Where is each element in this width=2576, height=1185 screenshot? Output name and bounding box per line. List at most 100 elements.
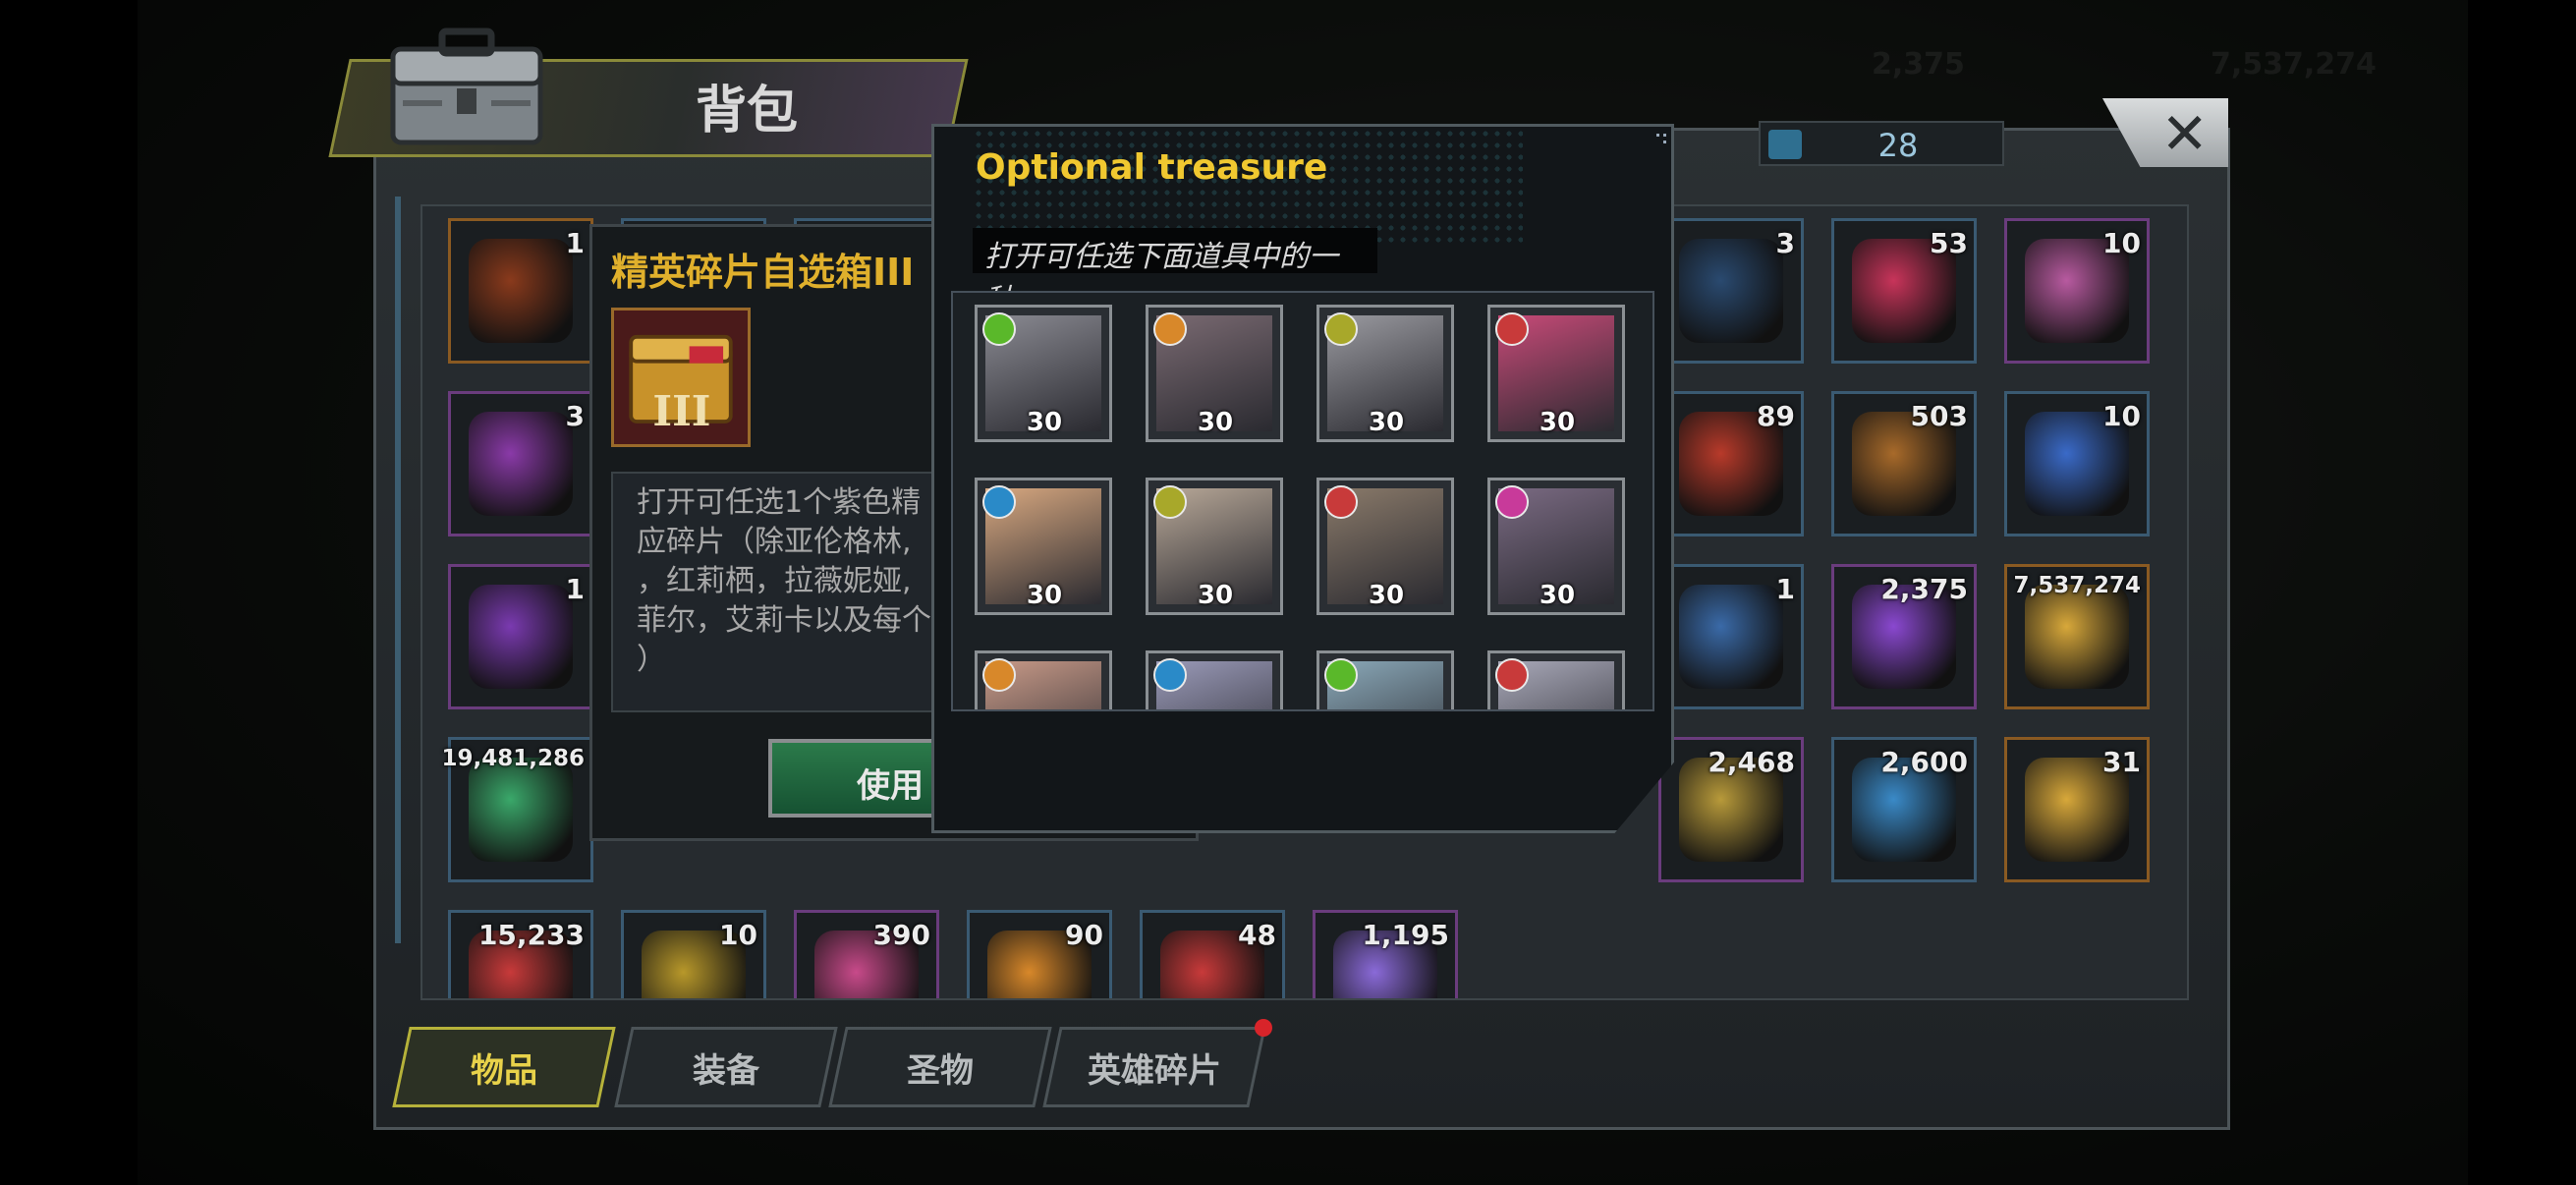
hero-shard-quantity: 30 [1026, 408, 1063, 437]
orange-claw-class-icon [1153, 312, 1187, 346]
inventory-slot[interactable]: 90 [967, 910, 1112, 998]
green-star-class-icon [1324, 658, 1358, 692]
item-quantity: 7,537,274 [2013, 573, 2142, 598]
tab-relics-label: 圣物 [907, 1051, 974, 1091]
hero-shard-option[interactable]: 30 [1487, 305, 1625, 442]
hero-shard-option[interactable] [1487, 650, 1625, 709]
hero-shard-option[interactable]: 30 [975, 305, 1112, 442]
hero-shard-option[interactable]: 30 [1316, 305, 1454, 442]
inventory-slot[interactable]: 2,600 [1831, 737, 1977, 882]
popup-subtitle: 打开可任选下面道具中的一种 [973, 228, 1377, 317]
treasure-chest-icon [390, 28, 543, 145]
red-target-class-icon [1324, 485, 1358, 519]
inventory-slot[interactable]: 15,233 [448, 910, 593, 998]
4h-speedup-token-icon [1679, 239, 1783, 343]
boot-blueprint-icon [1679, 585, 1783, 689]
item-quantity: 390 [872, 919, 930, 951]
hero-shard-quantity: 30 [1539, 581, 1576, 610]
hero-shard-option[interactable] [1146, 650, 1283, 709]
red-target-class-icon [1495, 658, 1529, 692]
tab-items-label: 物品 [471, 1051, 537, 1091]
hero-shard-quantity: 30 [1197, 581, 1234, 610]
svg-text:III: III [652, 386, 710, 435]
item-quantity: 15,233 [477, 919, 585, 951]
hero-shard-option[interactable]: 30 [1487, 478, 1625, 615]
blue-swirl-class-icon [1153, 658, 1187, 692]
bag-capacity-count: 28 [1877, 127, 1919, 164]
inventory-slot[interactable]: 48 [1140, 910, 1285, 998]
item-quantity: 31 [2102, 746, 2141, 778]
inventory-slot[interactable]: 89 [1658, 391, 1804, 536]
tab-hero-shards-label: 英雄碎片 [1088, 1051, 1221, 1091]
inventory-slot[interactable]: 3 [448, 391, 593, 536]
inventory-slot[interactable]: 1 [448, 218, 593, 364]
bag-accent-bar [395, 197, 401, 943]
inventory-slot[interactable]: 19,481,286 [441, 737, 593, 882]
hat-blueprint-icon [469, 585, 573, 689]
notification-dot [1255, 1019, 1272, 1037]
item-quantity: 3 [565, 400, 585, 432]
orange-claw-class-icon [982, 658, 1016, 692]
blue-swirl-class-icon [982, 485, 1016, 519]
green-star-class-icon [982, 312, 1016, 346]
item-quantity: 10 [2102, 227, 2141, 259]
green-can-icon [469, 758, 573, 862]
hero-shard-quantity: 30 [1197, 408, 1234, 437]
inventory-slot[interactable]: 7,537,274 [2004, 564, 2150, 709]
olive-wing-class-icon [1153, 485, 1187, 519]
item-quantity: 1,195 [1362, 919, 1449, 951]
hero-shard-option[interactable]: 30 [1146, 305, 1283, 442]
inventory-slot[interactable]: 10 [2004, 218, 2150, 364]
elite-shard-chest-icon [469, 239, 573, 343]
inventory-slot[interactable]: 10 [621, 910, 766, 998]
inventory-slot[interactable]: 2,468 [1658, 737, 1804, 882]
storage-icon [1768, 130, 1802, 159]
inventory-slot[interactable]: 53 [1831, 218, 1977, 364]
red-target-class-icon [1495, 312, 1529, 346]
item-quantity: 10 [2102, 400, 2141, 432]
purple-bottle-cap-icon [469, 412, 573, 516]
popup-corner-icon [1656, 134, 1666, 143]
popup-title: Optional treasure [976, 147, 1328, 188]
item-quantity: 19,481,286 [441, 746, 585, 771]
inventory-slot[interactable]: 31 [2004, 737, 2150, 882]
item-quantity: 2,600 [1880, 746, 1968, 778]
gold-coins-icon [2025, 585, 2129, 689]
hero-shard-option[interactable]: 30 [1316, 478, 1454, 615]
elite-shard-chest-icon: III [611, 308, 751, 447]
inventory-slot[interactable]: 503 [1831, 391, 1977, 536]
hero-shard-option[interactable]: 30 [1146, 478, 1283, 615]
bag-capacity-display: 28 [1759, 121, 2004, 166]
page-title: 背包 [695, 82, 798, 141]
item-quantity: 10 [719, 919, 757, 951]
pink-skull-class-icon [1495, 485, 1529, 519]
inventory-slot[interactable]: 2,375 [1831, 564, 1977, 709]
item-detail-title: 精英碎片自选箱III [611, 251, 915, 294]
item-quantity: 90 [1065, 919, 1103, 951]
item-quantity: 48 [1238, 919, 1276, 951]
inventory-slot[interactable]: 1,195 [1313, 910, 1458, 998]
inventory-slot[interactable]: 1 [448, 564, 593, 709]
hero-shard-quantity: 30 [1368, 408, 1405, 437]
inventory-slot[interactable]: 10 [2004, 391, 2150, 536]
hero-shard-option[interactable] [975, 650, 1112, 709]
inventory-slot[interactable]: 1 [1658, 564, 1804, 709]
tab-equipment-label: 装备 [693, 1051, 759, 1091]
item-quantity: 2,468 [1708, 746, 1795, 778]
inventory-slot[interactable]: 390 [794, 910, 939, 998]
item-quantity: 1 [1775, 573, 1795, 605]
item-quantity: 53 [1930, 227, 1968, 259]
hero-shard-quantity: 30 [1026, 581, 1063, 610]
hero-shard-quantity: 30 [1539, 408, 1576, 437]
item-quantity: 2,375 [1880, 573, 1968, 605]
hero-choice-list[interactable]: 30 30 30 30 30 30 30 30 [951, 291, 1654, 711]
close-icon: ✕ [2160, 100, 2209, 167]
inventory-slot[interactable]: 3 [1658, 218, 1804, 364]
hero-shard-quantity: 30 [1368, 581, 1405, 610]
hero-shard-option[interactable] [1316, 650, 1454, 709]
item-quantity: 3 [1775, 227, 1795, 259]
item-quantity: 503 [1910, 400, 1968, 432]
hero-shard-option[interactable]: 30 [975, 478, 1112, 615]
item-quantity: 1 [565, 573, 585, 605]
item-quantity: 89 [1757, 400, 1795, 432]
